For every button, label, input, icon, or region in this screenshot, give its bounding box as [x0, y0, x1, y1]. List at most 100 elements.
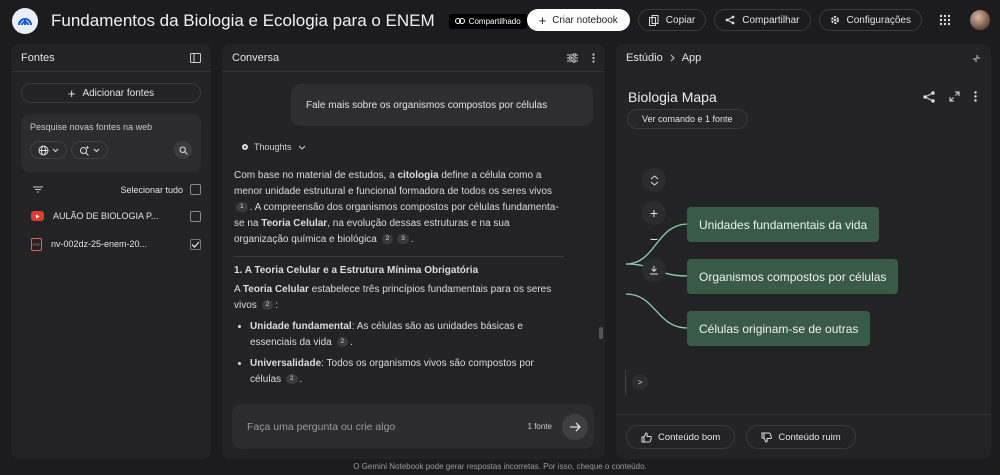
- settings-button[interactable]: Configurações: [818, 9, 922, 31]
- download-button[interactable]: [642, 258, 666, 282]
- chat-header: Conversa: [222, 44, 605, 72]
- share-icon[interactable]: [923, 91, 935, 103]
- source-item[interactable]: PDF nv-002dz-25-enem-20...: [31, 237, 201, 251]
- chevron-right-icon: [670, 54, 675, 62]
- answer-bold: citologia: [397, 170, 439, 181]
- select-all-label: Selecionar tudo: [120, 184, 183, 195]
- answer-text: :: [275, 300, 278, 311]
- shared-badge: Compartilhado: [448, 13, 527, 29]
- more-vert-icon[interactable]: [974, 91, 977, 102]
- breadcrumb-app: App: [681, 52, 702, 64]
- fit-view-button[interactable]: [642, 168, 666, 192]
- chat-composer: Faça uma pergunta ou crie algo 1 fonte: [232, 404, 594, 449]
- mind-map-node[interactable]: Organismos compostos por células: [687, 259, 899, 294]
- research-mode-dropdown[interactable]: [71, 141, 108, 159]
- sources-panel: Fontes + Adicionar fontes Pesquise novas…: [11, 44, 211, 459]
- citation-chip[interactable]: 2: [336, 337, 349, 348]
- mind-map-node[interactable]: Células originam-se de outras: [687, 311, 871, 346]
- web-source-type-dropdown[interactable]: [30, 141, 67, 159]
- top-bar: Fundamentos da Biologia e Ecologia para …: [0, 0, 1000, 42]
- chevron-down-icon: [52, 148, 59, 152]
- search-icon: [179, 146, 188, 155]
- select-all-row: Selecionar tudo: [33, 184, 201, 195]
- pdf-icon: PDF: [31, 237, 42, 251]
- fullscreen-icon[interactable]: [949, 91, 960, 102]
- studio-header: Estúdio App: [616, 44, 991, 72]
- notebook-title[interactable]: Fundamentos da Biologia e Ecologia para …: [51, 11, 435, 31]
- share-label: Compartilhar: [742, 14, 800, 26]
- search-submit-button[interactable]: [174, 141, 192, 159]
- bad-content-button[interactable]: Conteúdo ruim: [746, 425, 856, 449]
- zoom-in-button[interactable]: +: [642, 201, 666, 225]
- citation-chip[interactable]: 2: [381, 234, 394, 245]
- select-all-checkbox[interactable]: [190, 184, 201, 195]
- breadcrumb: Estúdio App: [626, 52, 701, 64]
- source-checkbox[interactable]: [190, 238, 201, 250]
- source-item-name: AULÃO DE BIOLOGIA P...: [53, 211, 159, 221]
- citation-chip[interactable]: 3: [397, 234, 409, 245]
- source-item[interactable]: AULÃO DE BIOLOGIA P...: [31, 209, 201, 223]
- good-content-button[interactable]: Conteúdo bom: [626, 425, 736, 449]
- answer-paragraph: Com base no material de estudos, a citol…: [234, 168, 564, 248]
- answer-bold: Teoria Celular: [261, 218, 328, 229]
- answer-heading: 1. A Teoria Celular e a Estrutura Mínima…: [234, 265, 479, 276]
- disclaimer-footer: O Gemini Notebook pode gerar respostas i…: [353, 462, 647, 471]
- source-item-name: nv-002dz-25-enem-20...: [51, 239, 148, 249]
- gear-icon: [830, 16, 839, 24]
- copy-label: Copiar: [665, 14, 696, 26]
- download-icon: [650, 266, 658, 275]
- user-avatar[interactable]: [970, 10, 990, 30]
- breadcrumb-studio[interactable]: Estúdio: [626, 52, 663, 64]
- thumbs-up-icon: [641, 431, 652, 442]
- thoughts-label: Thoughts: [254, 142, 292, 152]
- app-logo[interactable]: [12, 8, 38, 34]
- chat-title: Conversa: [232, 51, 280, 64]
- tune-icon[interactable]: [567, 52, 578, 63]
- plus-icon: +: [538, 12, 547, 28]
- collapse-icon[interactable]: [972, 54, 981, 63]
- answer-list: Unidade fundamental: As células são as u…: [234, 319, 564, 388]
- citation-chip[interactable]: 1: [236, 202, 248, 213]
- mind-map-node[interactable]: Unidades fundamentais da vida: [687, 207, 880, 242]
- plus-icon: +: [649, 205, 659, 221]
- copy-button[interactable]: Copiar: [637, 9, 707, 31]
- apps-grid-icon[interactable]: [934, 14, 956, 26]
- answer-bold: Teoria Celular: [242, 284, 309, 295]
- add-sources-button[interactable]: + Adicionar fontes: [21, 83, 201, 103]
- citation-chip[interactable]: 2: [285, 374, 298, 385]
- answer-paragraph: A Teoria Celular estabelece três princíp…: [234, 282, 564, 314]
- sparkle-search-icon: [80, 145, 90, 156]
- chevron-down-icon: [93, 148, 100, 152]
- copy-icon: [648, 14, 659, 26]
- source-checkbox[interactable]: [190, 210, 201, 222]
- arrow-right-icon: [569, 422, 581, 431]
- answer-text: Com base no material de estudos, a: [234, 170, 398, 181]
- answer-text: A: [234, 284, 243, 295]
- citation-chip[interactable]: 2: [261, 300, 274, 311]
- thoughts-toggle[interactable]: Thoughts: [242, 142, 306, 152]
- shared-badge-label: Compartilhado: [468, 16, 521, 26]
- zoom-out-button[interactable]: −: [642, 227, 666, 251]
- more-vert-icon[interactable]: [592, 52, 595, 63]
- globe-icon: [38, 145, 49, 155]
- send-button[interactable]: [562, 413, 588, 440]
- studio-panel: Estúdio App Biologia Mapa Ver comando e …: [616, 44, 991, 459]
- chat-scrollbar[interactable]: [599, 327, 603, 339]
- assistant-answer: Com base no material de estudos, a citol…: [234, 168, 564, 393]
- expand-node-button[interactable]: >: [632, 374, 648, 390]
- view-prompt-button[interactable]: Ver comando e 1 fonte: [627, 109, 748, 129]
- chat-input[interactable]: Faça uma pergunta ou crie algo: [247, 421, 528, 433]
- tree-guide-line: [625, 370, 626, 395]
- collapse-panel-icon[interactable]: [190, 52, 201, 63]
- share-icon: [725, 15, 735, 25]
- user-message-text: Fale mais sobre os organismos compostos …: [306, 99, 548, 111]
- share-button[interactable]: Compartilhar: [714, 9, 811, 31]
- checkmark-icon: [191, 241, 200, 248]
- thoughts-icon: [242, 144, 248, 150]
- chat-panel: Conversa Fale mais sobre os organismos c…: [222, 44, 605, 459]
- mind-map-title: Biologia Mapa: [628, 89, 717, 105]
- web-search-input[interactable]: Pesquise novas fontes na web: [30, 122, 192, 132]
- sources-title: Fontes: [21, 51, 55, 64]
- source-count: 1 fonte: [527, 422, 552, 431]
- create-notebook-button[interactable]: + Criar notebook: [526, 9, 630, 31]
